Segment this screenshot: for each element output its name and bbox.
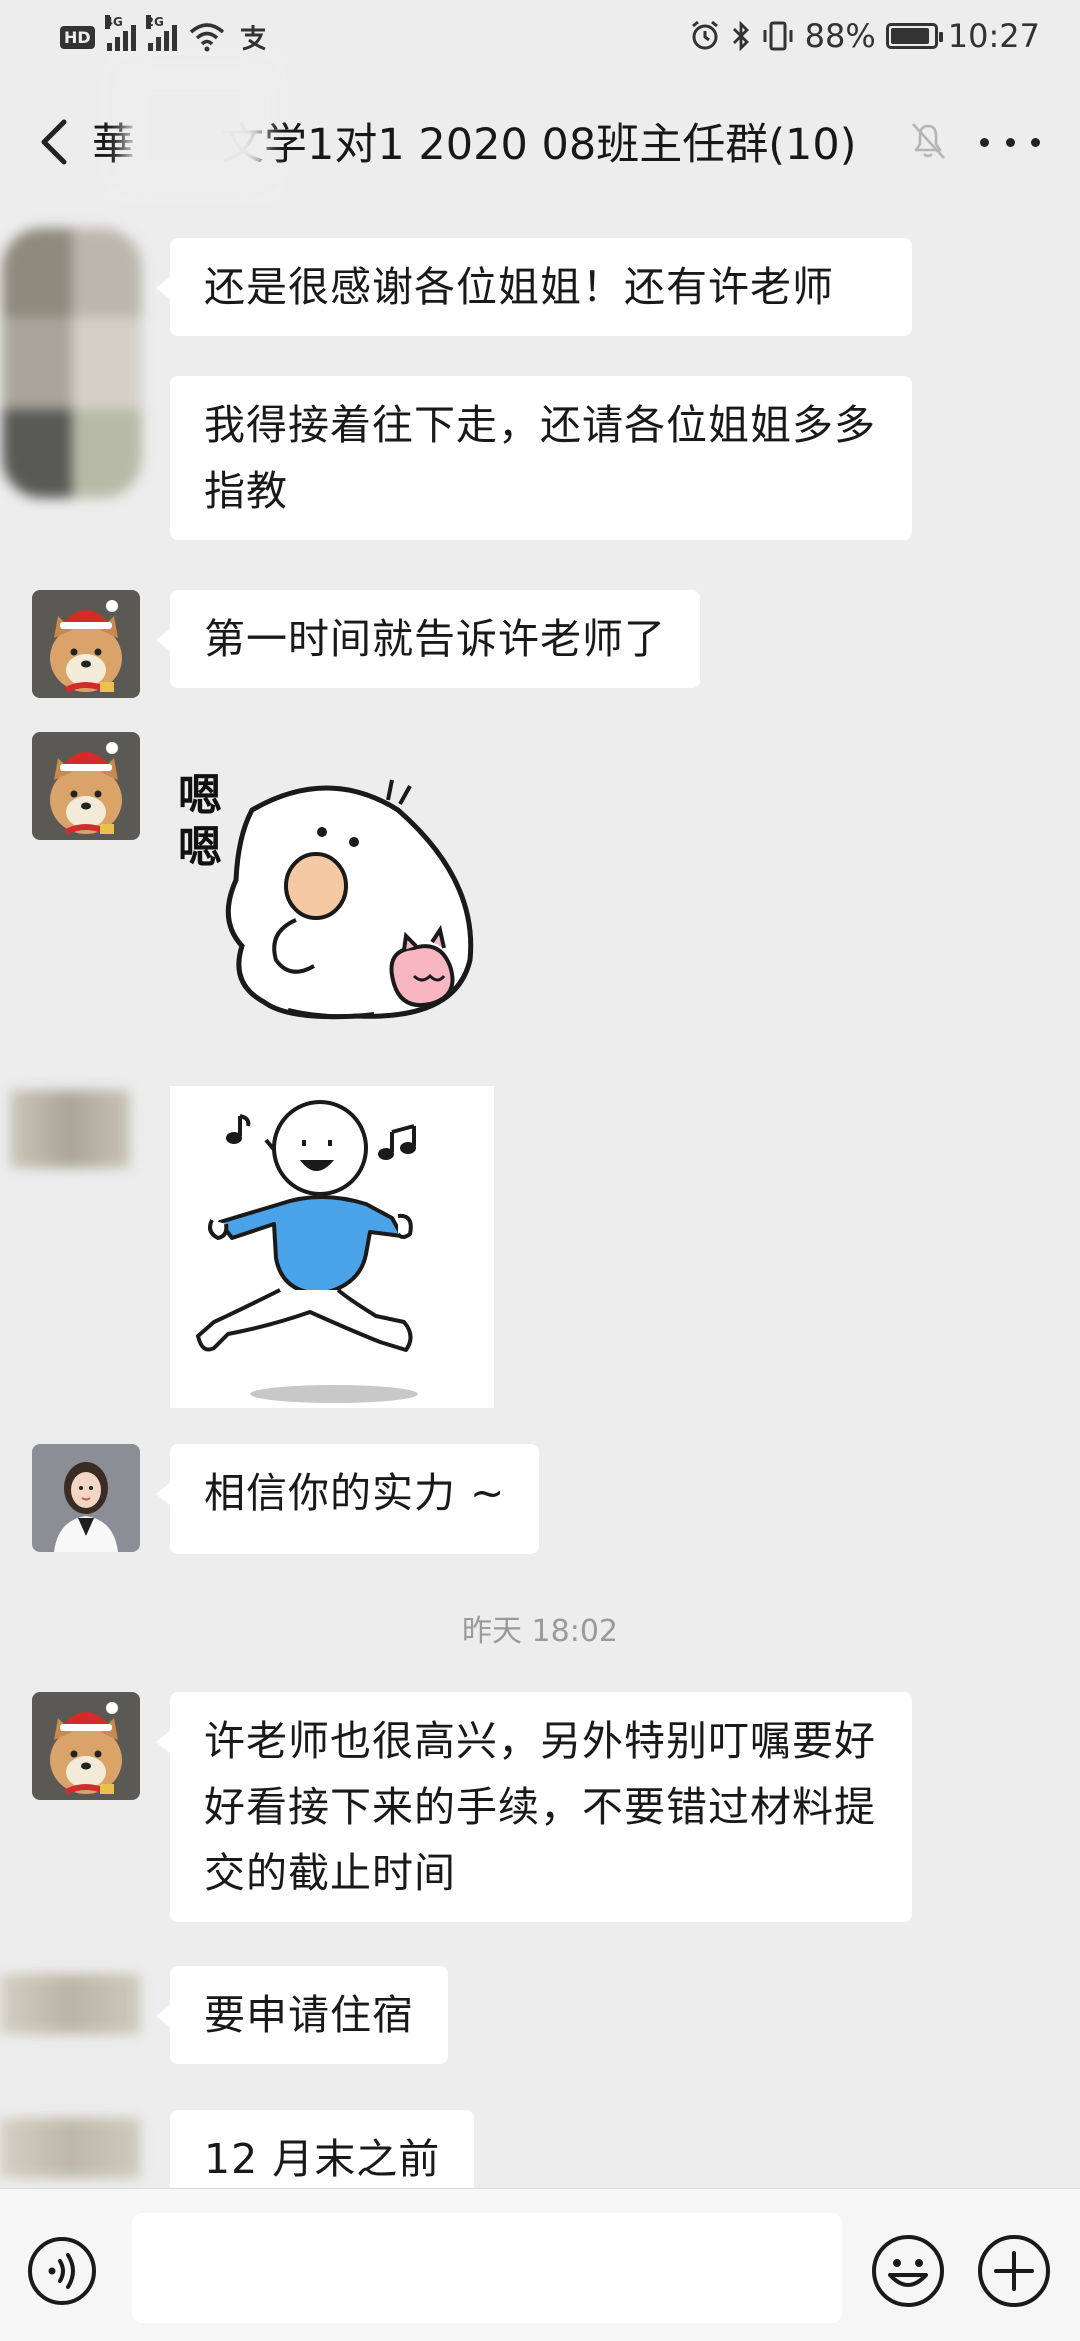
avatar[interactable] xyxy=(32,1444,140,1552)
battery-percent: 88% xyxy=(804,17,876,55)
message-text: 12 月末之前 xyxy=(204,2135,441,2183)
shiba-avatar-image xyxy=(32,732,140,840)
shiba-avatar-image xyxy=(32,1692,140,1800)
vibrate-icon xyxy=(763,21,793,51)
clock: 10:27 xyxy=(947,17,1040,55)
chevron-left-icon[interactable] xyxy=(28,112,84,172)
title-redaction xyxy=(125,72,265,182)
wifi-icon xyxy=(189,23,224,52)
signal-icon: 4G xyxy=(104,15,136,51)
message-input[interactable] xyxy=(132,2213,842,2323)
status-left: HD 4G 2G xyxy=(60,15,269,56)
alarm-icon xyxy=(691,20,718,50)
message-bubble[interactable]: 还是很感谢各位姐姐！还有许老师 xyxy=(156,238,912,336)
voice-icon[interactable] xyxy=(26,2235,98,2307)
more-dots-icon[interactable] xyxy=(980,122,1040,162)
avatar[interactable] xyxy=(0,1974,140,2034)
message-text: 许老师也很高兴，另外特别叮嘱要好好看接下来的手续，不要错过材料提交的截止时间 xyxy=(204,1717,876,1897)
message-bubble[interactable]: 12 月末之前 xyxy=(170,2110,475,2188)
message-text: 我得接着往下走，还请各位姐姐多多指教 xyxy=(204,401,876,515)
chick-drawing xyxy=(225,779,474,1020)
message-text: 要申请住宿 xyxy=(204,1991,414,2039)
signal-icon-2: 2G xyxy=(145,15,177,51)
avatar[interactable] xyxy=(0,2118,140,2178)
network-type-label-2: 2G xyxy=(145,15,164,29)
avatar[interactable] xyxy=(2,228,142,498)
message-bubble[interactable]: 许老师也很高兴，另外特别叮嘱要好好看接下来的手续，不要错过材料提交的截止时间 xyxy=(156,1692,912,1922)
message-bubble[interactable]: 我得接着往下走，还请各位姐姐多多指教 xyxy=(170,376,912,540)
message-bubble[interactable]: 第一时间就告诉许老师了 xyxy=(156,590,700,688)
avatar[interactable] xyxy=(32,732,140,840)
shiba-avatar-image xyxy=(32,590,140,698)
message-timestamp: 昨天 18:02 xyxy=(462,1614,618,1649)
emoji-icon[interactable] xyxy=(870,2233,946,2309)
status-right: 88% 10:27 xyxy=(689,16,1040,56)
plus-circle-icon[interactable] xyxy=(976,2233,1052,2309)
avatar[interactable] xyxy=(32,1692,140,1800)
network-type-label: 4G xyxy=(104,15,123,29)
bell-off-icon xyxy=(912,123,945,159)
message-text: 第一时间就告诉许老师了 xyxy=(204,615,666,663)
white-chick-sticker[interactable]: 嗯嗯 xyxy=(178,770,498,1050)
running-stick-figure-sticker[interactable] xyxy=(170,1086,494,1408)
message-text: 还是很感谢各位姐姐！还有许老师 xyxy=(204,263,834,311)
message-bubble[interactable]: 相信你的实力 ~ xyxy=(155,1444,540,1554)
message-bubble[interactable]: 要申请住宿 xyxy=(156,1966,448,2064)
teacher-avatar-image xyxy=(32,1444,140,1552)
hd-icon: HD xyxy=(60,25,95,49)
avatar[interactable] xyxy=(32,590,140,698)
bluetooth-icon xyxy=(732,20,749,52)
stick-figure-drawing xyxy=(196,1100,418,1403)
input-bar xyxy=(0,2188,1080,2341)
alipay-icon xyxy=(240,25,266,51)
status-bar: HD 4G 2G 88% 10:27 xyxy=(0,0,1080,72)
message-text: 相信你的实力 ~ xyxy=(204,1469,506,1517)
avatar[interactable] xyxy=(10,1090,130,1168)
battery-icon xyxy=(885,23,943,49)
